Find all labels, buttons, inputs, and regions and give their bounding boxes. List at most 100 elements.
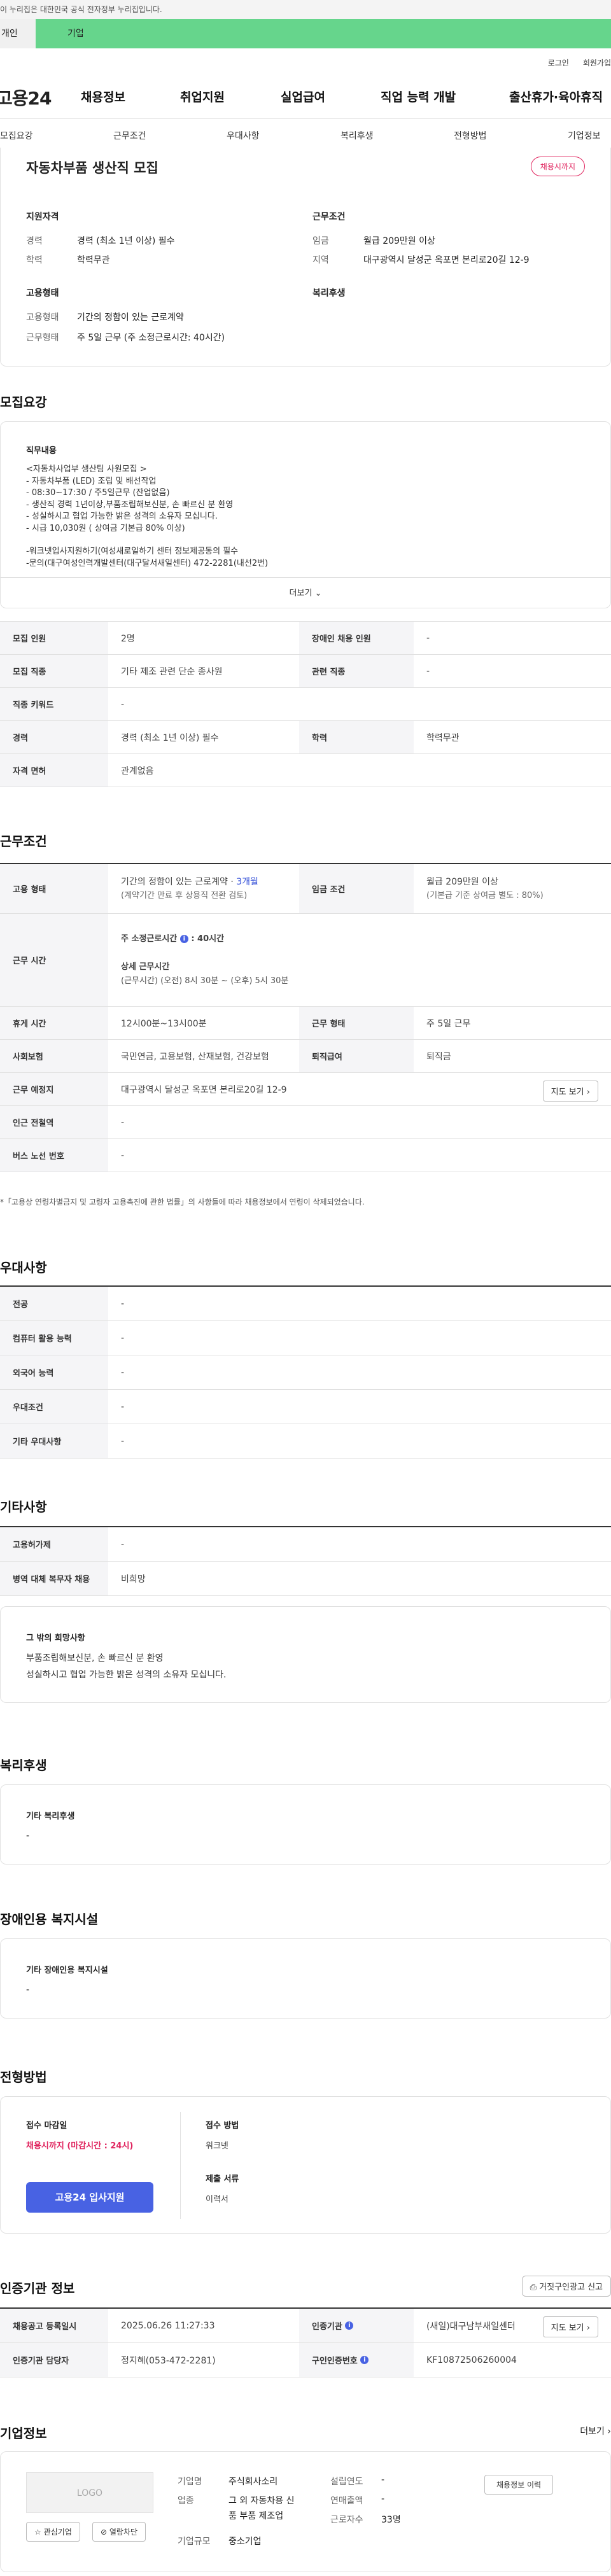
- row-value: -: [121, 1298, 125, 1309]
- nav-skills[interactable]: 직업 능력 개발: [381, 76, 456, 118]
- disab-box-value: -: [26, 1985, 30, 1995]
- site-logo[interactable]: 고용24: [0, 85, 73, 110]
- row-value: 기간의 정함이 있는 근로계약 · 3개월 (계약기간 만료 후 상용직 전환 …: [108, 864, 299, 913]
- tab-business[interactable]: 기업: [36, 19, 611, 48]
- block-label: 열람차단: [109, 2528, 138, 2537]
- emp-type-text: 기간의 정함이 있는 근로계약 ·: [121, 876, 237, 887]
- row-label: 경력: [0, 721, 108, 753]
- duty-line: -워크넷입사지원하기(여성새로일하기 센터 정보제공동의 필수: [26, 547, 239, 556]
- row-value: 국민연금, 고용보험, 산재보험, 건강보험: [121, 1051, 269, 1062]
- row-label: 우대조건: [0, 1390, 108, 1424]
- row-value: 기타 제조 관련 단순 종사원: [121, 666, 223, 677]
- signup-link[interactable]: 회원가입: [583, 57, 611, 68]
- docs-title: 제출 서류: [206, 2174, 239, 2184]
- career-label: 경력: [26, 236, 43, 246]
- row-value: 주 5일 근무: [426, 1018, 471, 1029]
- wage-note: (기본급 기준 상여금 별도 : 80%): [426, 890, 544, 900]
- select-card: 접수 마감일 채용시까지 (마감시간 : 24시) 고용24 입사지원 접수 방…: [0, 2096, 611, 2234]
- info-icon[interactable]: i: [360, 2356, 369, 2364]
- chevron-right-icon: ›: [586, 1088, 590, 1097]
- disab-box-title: 기타 장애인용 복지시설: [26, 1966, 108, 1975]
- duty-line: - 생산직 경력 1년이상,부품조립해보신분, 손 빠르신 분 환영: [26, 500, 234, 510]
- table-row: 근무 시간 주 소정근로시간 i : 40시간 상세 근무시간 (근무시간) (…: [0, 914, 611, 1007]
- gov-banner: 이 누리집은 대한민국 공식 전자정부 누리집입니다.: [0, 0, 611, 19]
- duty-line: [26, 535, 268, 546]
- work-table: 고용 형태 기간의 정함이 있는 근로계약 · 3개월 (계약기간 만료 후 상…: [0, 863, 611, 1172]
- row-value: KF10872506260004: [426, 2355, 517, 2365]
- row-label: 자격 면허: [0, 754, 108, 787]
- table-row: 직종 키워드 -: [0, 688, 611, 721]
- star-icon: ☆: [34, 2528, 41, 2537]
- block-icon: ⊘: [101, 2528, 108, 2537]
- row-label: 전공: [0, 1287, 108, 1320]
- row-value: 대구광역시 달성군 옥포면 본리로20길 12-9: [121, 1084, 287, 1095]
- job-history-button[interactable]: 채용정보 이력: [484, 2475, 554, 2495]
- cert-map-button[interactable]: 지도 보기 ›: [542, 2316, 598, 2337]
- table-row: 고용허가제 -: [0, 1527, 611, 1562]
- row-label: 근무 시간: [0, 914, 108, 1006]
- row-label: 구인인증번호 i: [299, 2343, 414, 2377]
- row-label: 병역 대체 복무자 채용: [0, 1562, 108, 1595]
- row-value: -: [121, 1401, 125, 1412]
- company-more-link[interactable]: 더보기 ›: [580, 2425, 611, 2437]
- method-value: 워크넷: [206, 2141, 228, 2151]
- deadline-title: 접수 마감일: [26, 2121, 67, 2131]
- nav-leave[interactable]: 출산휴가·육아휴직: [509, 76, 603, 118]
- row-label: 버스 노선 번호: [0, 1139, 108, 1172]
- row-label: 모집 인원: [0, 622, 108, 654]
- emptype-value: 기간의 정함이 있는 근로계약: [77, 312, 184, 323]
- company-size-label: 기업규모: [178, 2537, 211, 2547]
- duty-more-button[interactable]: 더보기 ⌄: [1, 577, 610, 608]
- founded-value: -: [381, 2475, 385, 2485]
- recruit-section-title: 모집요강: [0, 395, 47, 410]
- select-section-title: 전형방법: [0, 2069, 47, 2085]
- welfare-box-title: 기타 복리후생: [26, 1812, 75, 1821]
- deadline-badge: 채용시까지: [530, 157, 585, 176]
- table-row: 모집 직종 기타 제조 관련 단순 종사원 관련 직종 -: [0, 655, 611, 688]
- contract-period: 3개월: [236, 876, 258, 887]
- report-icon: ⎙: [530, 2283, 537, 2292]
- row-value: 월급 209만원 이상 (기본급 기준 상여금 별도 : 80%): [414, 864, 556, 913]
- row-label: 고용 형태: [0, 864, 108, 913]
- welfare-title: 복리후생: [313, 288, 346, 298]
- row-label: 외국어 능력: [0, 1355, 108, 1389]
- table-row: 인증기관 담당자 정지혜(053-472-2281) 구인인증번호 i KF10…: [0, 2343, 611, 2377]
- table-row: 기타 우대사항 -: [0, 1424, 611, 1459]
- nav-jobs[interactable]: 채용정보: [81, 76, 125, 118]
- sales-label: 연매출액: [330, 2496, 363, 2506]
- work-section-title: 근무조건: [0, 834, 47, 849]
- map-button[interactable]: 지도 보기 ›: [542, 1081, 598, 1102]
- login-link[interactable]: 로그인: [548, 57, 569, 68]
- favorite-company-button[interactable]: ☆ 관심기업: [26, 2522, 80, 2542]
- nav-employment-support[interactable]: 취업지원: [180, 76, 225, 118]
- table-row: 우대조건 -: [0, 1390, 611, 1424]
- duty-line: - 08:30~17:30 / 주5일근무 (잔업없음): [26, 488, 170, 498]
- report-fake-ad-button[interactable]: ⎙ 거짓구인광고 신고: [521, 2276, 611, 2297]
- row-value: -: [121, 699, 125, 710]
- etc-section-title: 기타사항: [0, 1499, 47, 1515]
- chevron-down-icon: ⌄: [314, 589, 322, 598]
- row-value: 비희망: [121, 1574, 146, 1585]
- block-view-button[interactable]: ⊘ 열람차단: [92, 2522, 146, 2542]
- nav-unemployment-benefit[interactable]: 실업급여: [281, 76, 325, 118]
- row-label: 근무 예정지: [0, 1073, 108, 1105]
- company-card: LOGO ☆ 관심기업 ⊘ 열람차단 기업명 주식회사소리 업종 그 외 자동차…: [0, 2451, 611, 2572]
- row-value: 학력무관: [426, 732, 460, 743]
- row-label: 모집 직종: [0, 655, 108, 687]
- row-label: 사회보험: [0, 1040, 108, 1072]
- edu-value: 학력무관: [77, 255, 110, 265]
- company-section-title: 기업정보: [0, 2426, 47, 2441]
- more-label: 더보기: [289, 589, 313, 598]
- chevron-right-icon: ›: [607, 2426, 611, 2437]
- weekly-hours-value: : 40시간: [191, 934, 225, 944]
- tab-personal[interactable]: 개인: [0, 19, 36, 48]
- info-icon[interactable]: i: [345, 2321, 354, 2330]
- worktype-label: 근무형태: [26, 333, 59, 343]
- info-icon[interactable]: i: [179, 934, 188, 943]
- row-label: 근무 형태: [299, 1007, 414, 1039]
- apply-button[interactable]: 고용24 입사지원: [26, 2182, 153, 2213]
- user-type-tabs: 개인 기업: [0, 19, 611, 48]
- row-value: -: [121, 1150, 125, 1161]
- row-label: 채용공고 등록일시: [0, 2309, 108, 2342]
- duty-title: 직무내용: [26, 446, 57, 456]
